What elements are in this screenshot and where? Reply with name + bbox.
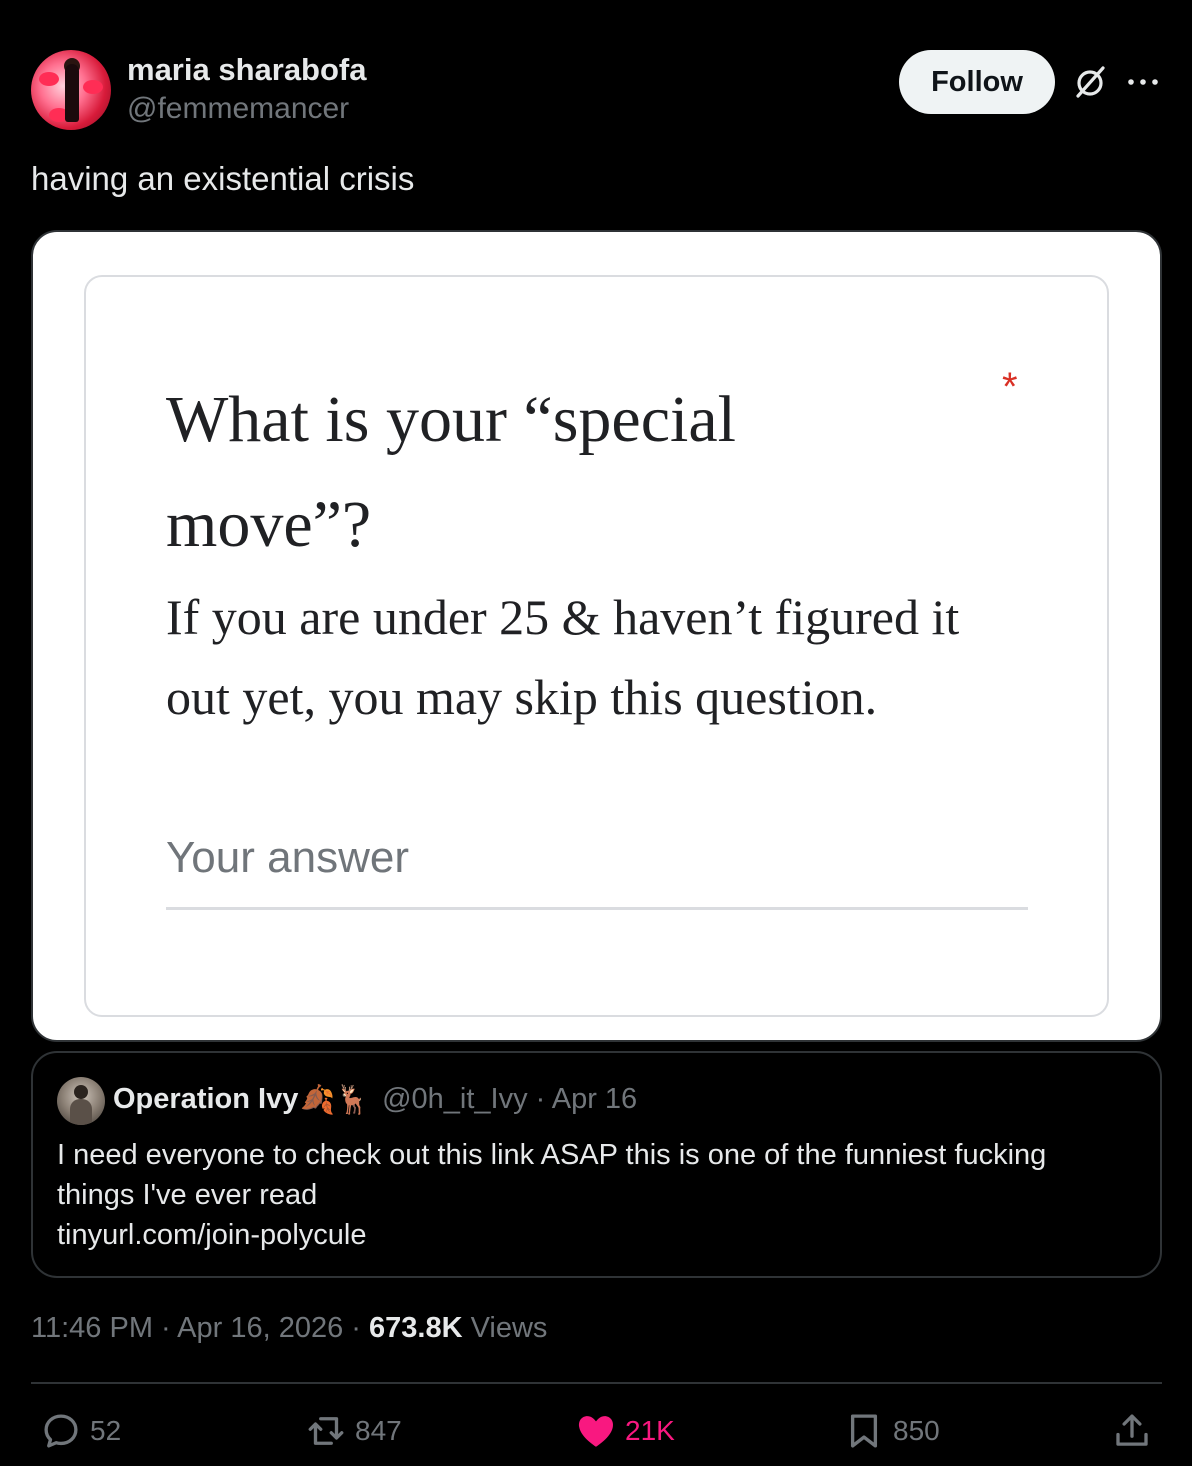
quote-author-avatar xyxy=(57,1077,105,1125)
repost-count: 847 xyxy=(355,1415,402,1446)
quote-text-line: things I've ever read xyxy=(57,1179,318,1211)
quote-tweet[interactable]: Operation Ivy 🍂🦌 @0h_it_Ivy · Apr 16 I n… xyxy=(31,1051,1162,1278)
tweet-media-image[interactable]: What is your “special move”? * If you ar… xyxy=(31,230,1162,1042)
like-button[interactable]: 21K xyxy=(575,1410,675,1452)
tweet-date[interactable]: Apr 16, 2026 xyxy=(177,1312,343,1344)
author-avatar[interactable] xyxy=(31,50,111,130)
required-asterisk: * xyxy=(1002,365,1018,409)
reply-icon xyxy=(44,1414,78,1448)
tweet-text: having an existential crisis xyxy=(31,160,415,197)
reply-count: 52 xyxy=(90,1415,122,1446)
form-question-description: If you are under 25 & haven’t figured it… xyxy=(166,577,1046,737)
quote-author-name: Operation Ivy xyxy=(113,1083,299,1115)
share-button[interactable] xyxy=(1111,1410,1153,1452)
like-count: 21K xyxy=(625,1415,675,1446)
form-description-line: If you are under 25 & haven’t figured it xyxy=(166,589,960,645)
meta-separator: · xyxy=(343,1312,370,1344)
quote-author-emojis: 🍂🦌 xyxy=(300,1084,371,1115)
form-question-line: move”? xyxy=(166,488,372,561)
bookmark-count: 850 xyxy=(893,1415,940,1446)
quote-author-handle-date: @0h_it_Ivy · Apr 16 xyxy=(382,1083,638,1115)
form-question-card: What is your “special move”? * If you ar… xyxy=(84,275,1109,1017)
share-icon xyxy=(1116,1414,1148,1446)
follow-button[interactable]: Follow xyxy=(899,50,1055,114)
author-handle[interactable]: @femmemancer xyxy=(127,92,349,126)
author-display-name[interactable]: maria sharabofa xyxy=(127,52,367,88)
views-count: 673.8K xyxy=(369,1312,463,1344)
form-question-title: What is your “special move”? xyxy=(166,367,926,577)
heart-icon xyxy=(578,1416,614,1447)
form-answer-placeholder: Your answer xyxy=(166,833,409,882)
avatar-figure xyxy=(65,64,79,122)
divider xyxy=(31,1382,1162,1384)
quote-link[interactable]: tinyurl.com/join-polycule xyxy=(57,1215,1137,1255)
quote-text: I need everyone to check out this link A… xyxy=(57,1135,1137,1255)
meta-separator: · xyxy=(152,1312,178,1344)
views-label: Views xyxy=(462,1312,548,1344)
quote-header: Operation Ivy 🍂🦌 @0h_it_Ivy · Apr 16 xyxy=(113,1083,637,1116)
form-description-line: out yet, you may skip this question. xyxy=(166,669,878,725)
reply-button[interactable]: 52 xyxy=(40,1410,121,1452)
tweet-meta: 11:46 PM · Apr 16, 2026 · 673.8K Views xyxy=(31,1312,547,1345)
bookmark-button[interactable]: 850 xyxy=(843,1410,940,1452)
avatar-decoration xyxy=(39,72,59,86)
bookmark-icon xyxy=(850,1414,878,1448)
form-answer-underline xyxy=(166,907,1028,910)
repost-icon xyxy=(308,1417,344,1445)
repost-button[interactable]: 847 xyxy=(305,1410,402,1452)
form-question-line: What is your “special xyxy=(166,383,736,456)
quote-text-line: I need everyone to check out this link A… xyxy=(57,1139,1047,1171)
avatar-decoration xyxy=(83,80,103,94)
tweet-time[interactable]: 11:46 PM xyxy=(31,1312,153,1344)
grok-icon[interactable] xyxy=(1070,62,1110,102)
more-icon[interactable] xyxy=(1126,70,1160,94)
